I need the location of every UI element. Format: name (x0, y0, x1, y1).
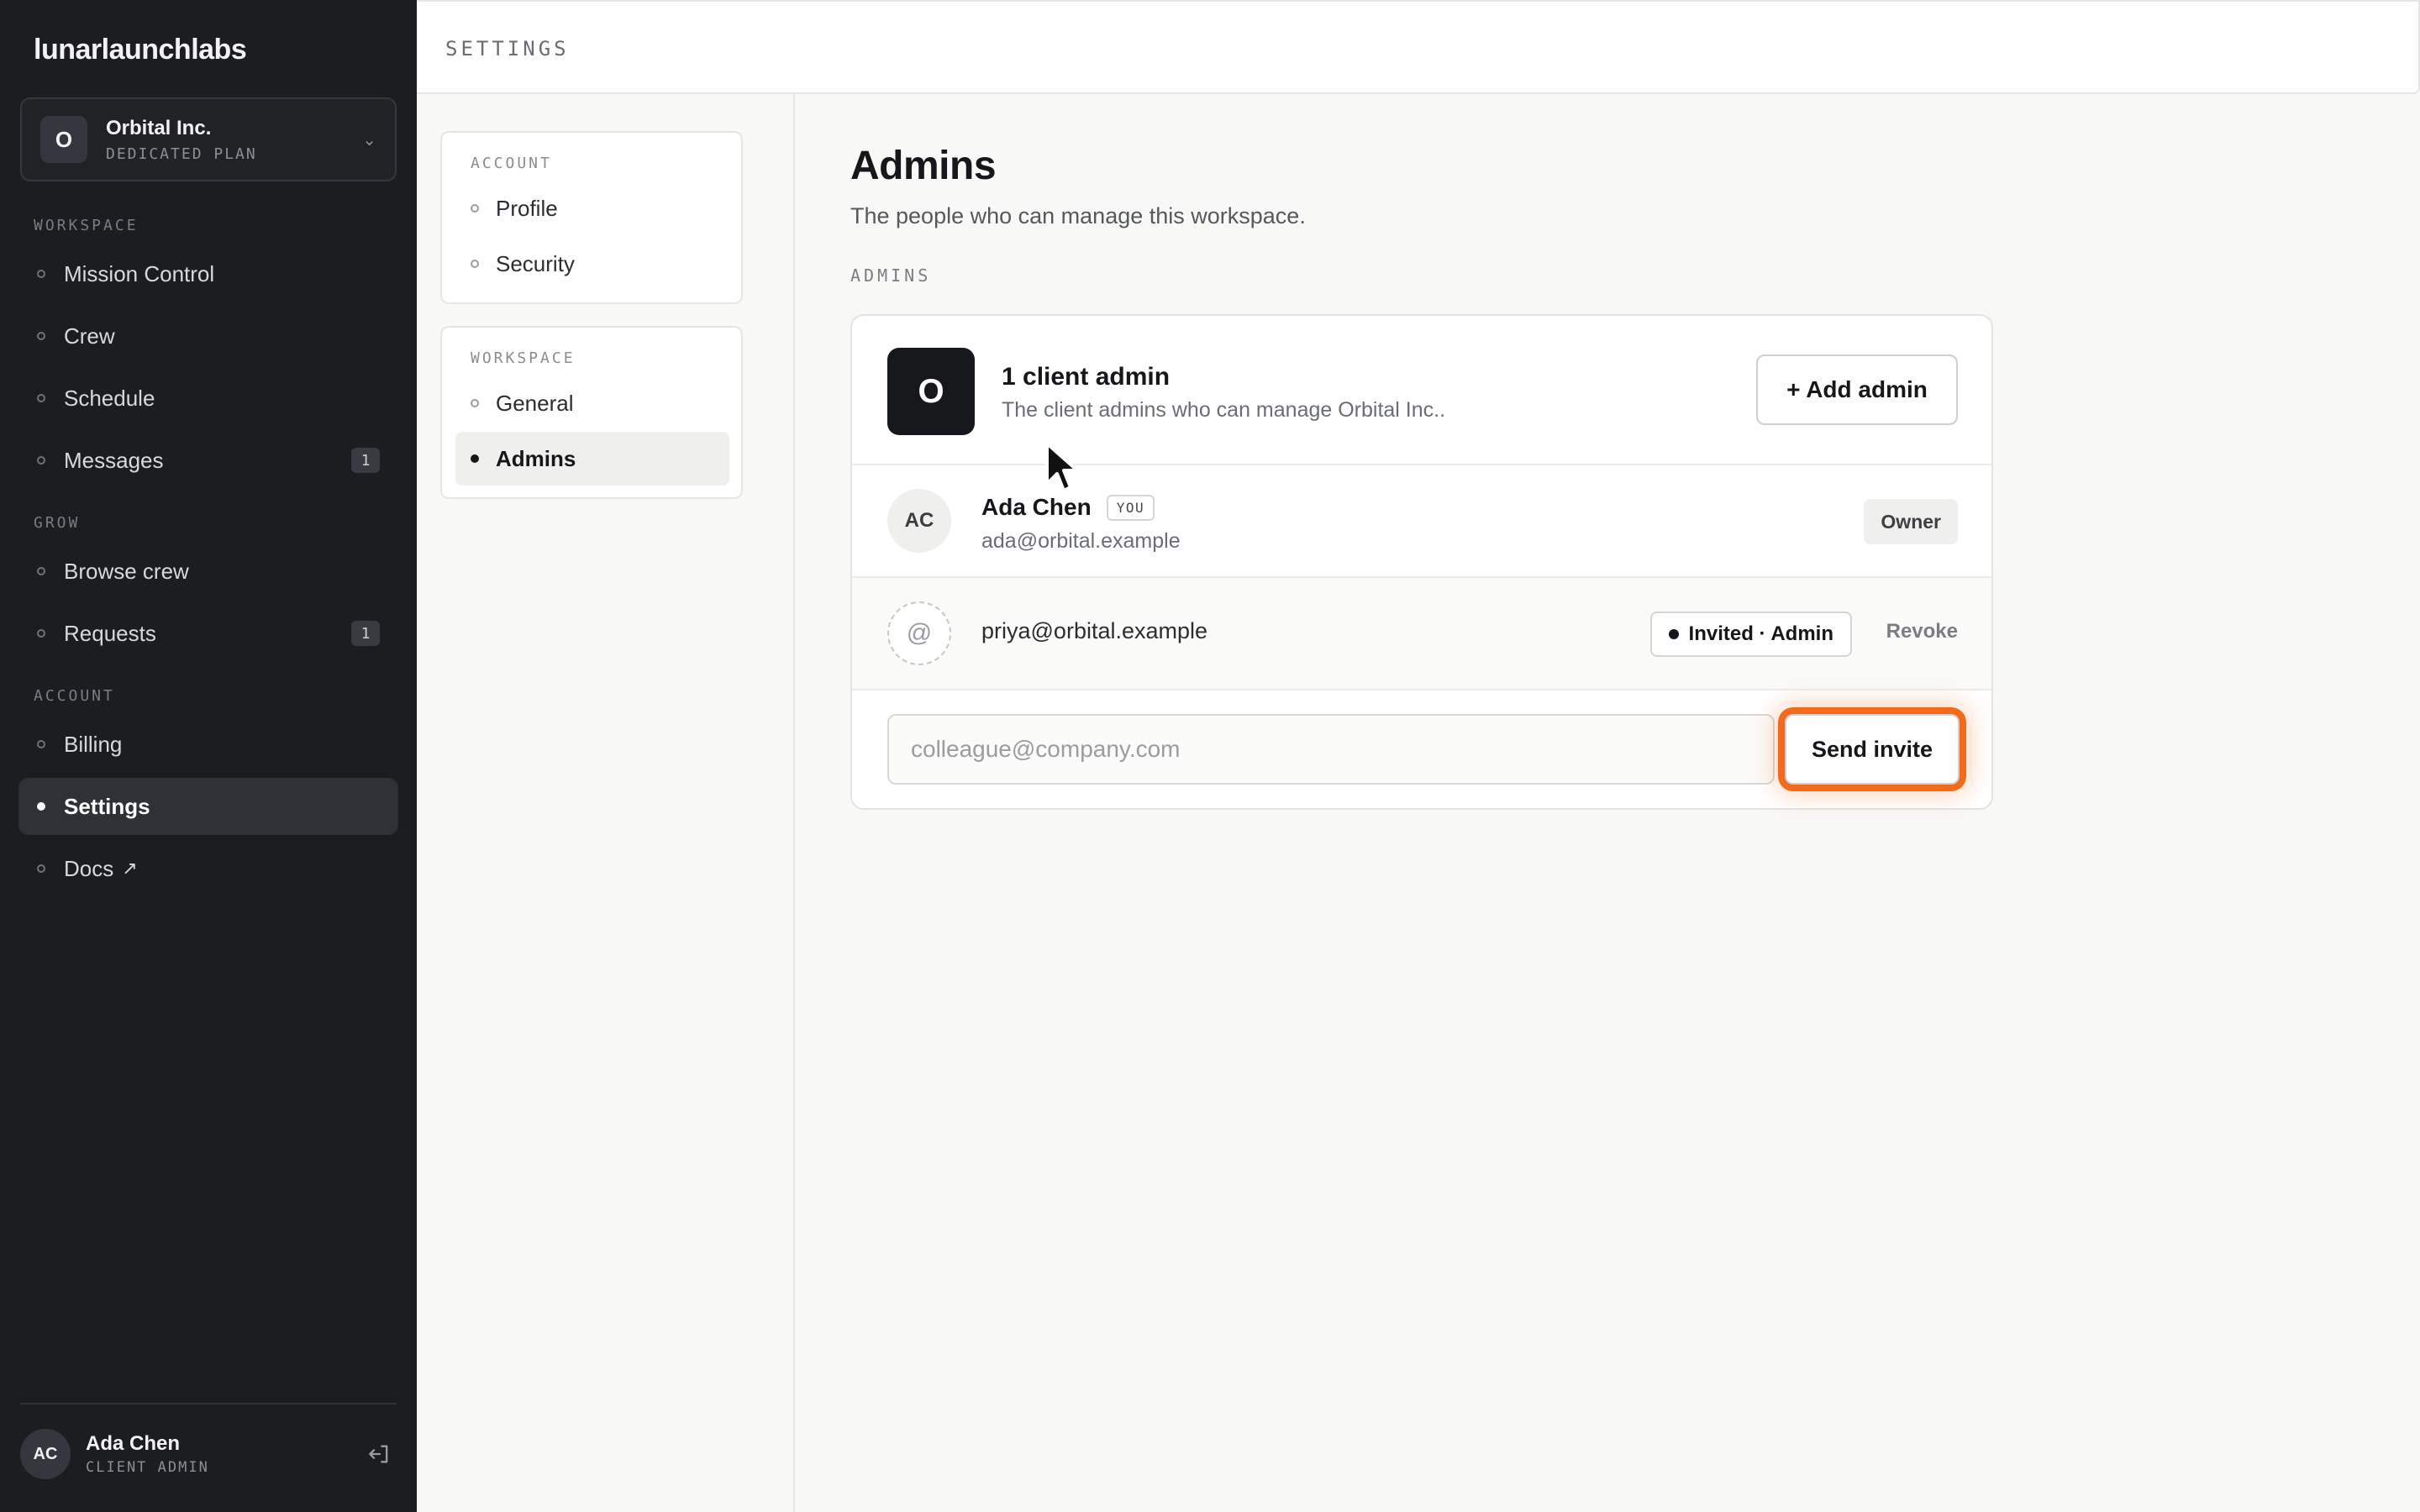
sidebar-item-label: Settings (64, 793, 150, 819)
subnav-item-label: Admins (496, 445, 576, 471)
sidebar-item-schedule[interactable]: Schedule (18, 370, 398, 427)
top-bar: SETTINGS (417, 0, 2420, 94)
subnav-workspace-card: WORKSPACE General Admins (440, 326, 743, 499)
invite-email-input[interactable] (887, 714, 1775, 785)
nav-dot-icon (471, 454, 479, 463)
sidebar-section-workspace: WORKSPACE (34, 217, 139, 234)
avatar: AC (887, 489, 951, 553)
sidebar-item-mission-control[interactable]: Mission Control (18, 245, 398, 302)
subnav-item-profile[interactable]: Profile (455, 181, 729, 235)
nav-dot-icon (37, 740, 45, 748)
subnav-item-security[interactable]: Security (455, 237, 729, 291)
user-text: Ada Chen CLIENT ADMIN (86, 1432, 363, 1476)
sidebar-section-grow: GROW (34, 514, 81, 532)
owner-badge: Owner (1864, 499, 1958, 544)
admins-card: O 1 client admin The client admins who c… (850, 314, 1993, 810)
user-footer: AC Ada Chen CLIENT ADMIN (20, 1403, 397, 1487)
admin-count-title: 1 client admin (1002, 363, 1171, 391)
sidebar-item-requests[interactable]: Requests 1 (18, 605, 398, 662)
sidebar-item-label: Messages (64, 447, 164, 473)
at-sign-icon: @ (887, 601, 951, 665)
chevron-down-icon: ⌄ (362, 130, 376, 150)
nav-dot-icon (471, 204, 479, 213)
subnav-item-general[interactable]: General (455, 376, 729, 430)
subnav-item-label: General (496, 390, 574, 416)
admin-row: AC Ada Chen YOU ada@orbital.example Owne… (852, 465, 1991, 578)
sidebar-item-label: Crew (64, 323, 115, 349)
subnav-item-label: Security (496, 250, 575, 276)
sidebar-item-docs[interactable]: Docs ↗ (18, 840, 398, 897)
subnav-item-admins[interactable]: Admins (455, 432, 729, 486)
page-section-title: SETTINGS (445, 37, 570, 60)
status-badge-label: Invited · Admin (1688, 622, 1833, 645)
sidebar-item-label: Requests (64, 620, 156, 646)
nav-dot-icon (471, 260, 479, 268)
nav-dot-icon (471, 399, 479, 407)
org-switcher[interactable]: O Orbital Inc. DEDICATED PLAN ⌄ (20, 97, 397, 181)
sidebar-item-billing[interactable]: Billing (18, 716, 398, 773)
sidebar-item-label: Schedule (64, 385, 155, 411)
invite-row: @ priya@orbital.example Invited · Admin … (852, 578, 1991, 690)
sidebar-item-label: Billing (64, 731, 123, 757)
invite-email: priya@orbital.example (981, 618, 1208, 643)
sidebar-item-label: Docs (64, 855, 114, 881)
subnav-section-account: ACCOUNT (471, 155, 552, 172)
admins-card-header: O 1 client admin The client admins who c… (852, 316, 1991, 465)
user-name: Ada Chen (86, 1432, 181, 1455)
subnav-account-card: ACCOUNT Profile Security (440, 131, 743, 304)
nav-dot-icon (37, 456, 45, 465)
requests-count-badge: 1 (351, 621, 380, 646)
org-avatar: O (40, 116, 87, 163)
add-admin-button[interactable]: + Add admin (1756, 354, 1958, 425)
sidebar-item-label: Browse crew (64, 558, 189, 584)
org-avatar-large: O (887, 348, 975, 435)
external-link-icon: ↗ (122, 858, 138, 879)
invite-form: Send invite (852, 690, 1991, 811)
nav-dot-icon (37, 802, 45, 811)
status-badge: Invited · Admin (1649, 612, 1852, 657)
messages-count-badge: 1 (351, 448, 380, 473)
nav-dot-icon (37, 270, 45, 278)
nav-dot-icon (37, 567, 45, 575)
nav-dot-icon (37, 864, 45, 873)
sidebar-item-messages[interactable]: Messages 1 (18, 432, 398, 489)
org-name: Orbital Inc. (106, 116, 212, 139)
section-label-admins: ADMINS (850, 265, 932, 286)
app-logo[interactable]: lunarlaunchlabs (34, 34, 247, 66)
page-subtitle: The people who can manage this workspace… (850, 203, 1306, 228)
mouse-cursor-icon (1045, 442, 1079, 492)
subnav-item-label: Profile (496, 195, 558, 221)
sidebar-item-settings[interactable]: Settings (18, 778, 398, 835)
admin-name-line: Ada Chen YOU (981, 494, 1155, 521)
revoke-button[interactable]: Revoke (1886, 620, 1958, 643)
avatar: AC (20, 1429, 71, 1479)
admin-name: Ada Chen (981, 494, 1092, 520)
logout-icon[interactable] (363, 1437, 397, 1471)
subnav-section-workspace: WORKSPACE (471, 349, 576, 367)
admin-email: ada@orbital.example (981, 529, 1181, 553)
sidebar-item-crew[interactable]: Crew (18, 307, 398, 365)
admin-count-subtitle: The client admins who can manage Orbital… (1002, 398, 1446, 422)
org-plan: DEDICATED PLAN (106, 144, 257, 163)
nav-dot-icon (37, 629, 45, 638)
send-invite-button[interactable]: Send invite (1785, 714, 1960, 785)
sidebar-section-account: ACCOUNT (34, 687, 115, 705)
user-role: CLIENT ADMIN (86, 1459, 209, 1476)
status-dot-icon (1668, 629, 1679, 639)
page-title: Admins (850, 144, 997, 188)
sidebar-item-label: Mission Control (64, 260, 215, 286)
nav-dot-icon (37, 394, 45, 402)
sidebar: lunarlaunchlabs O Orbital Inc. DEDICATED… (0, 0, 417, 1512)
you-tag: YOU (1106, 494, 1155, 521)
nav-dot-icon (37, 332, 45, 340)
org-text: Orbital Inc. DEDICATED PLAN (106, 117, 362, 163)
settings-subnav: ACCOUNT Profile Security WORKSPACE Gener… (417, 94, 795, 1512)
sidebar-item-browse-crew[interactable]: Browse crew (18, 543, 398, 600)
